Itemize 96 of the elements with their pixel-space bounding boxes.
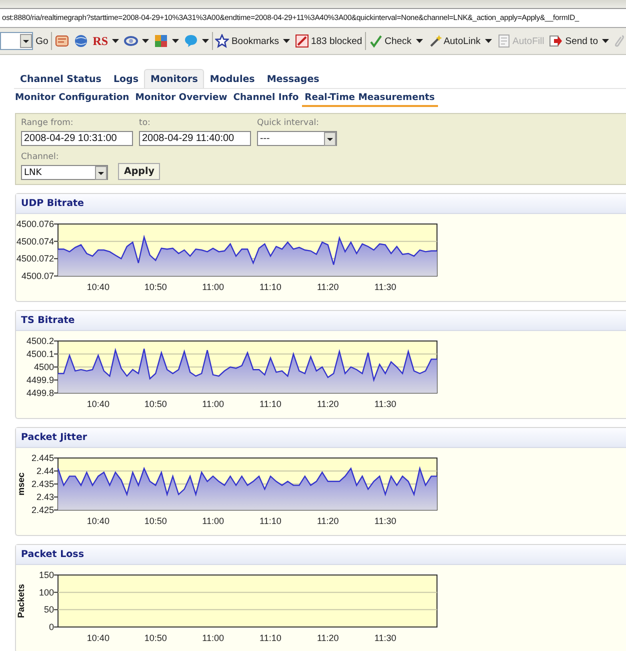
axis-tick-label: 10:40 [86, 282, 110, 292]
field-label: to: [139, 117, 152, 130]
axis-tick-label: 4499.8 [26, 388, 54, 398]
axis-tick-label: 100 [38, 587, 54, 598]
check-button[interactable]: Check [366, 33, 425, 49]
axis-tick-label: 11:20 [316, 633, 339, 643]
axis-tick-label: 11:10 [260, 399, 282, 409]
tab[interactable]: Modules [204, 69, 261, 88]
axis-tick-label: 10:50 [144, 633, 167, 643]
speech-button[interactable] [182, 33, 212, 49]
axis-tick-label: 4500.076 [16, 219, 54, 229]
axis-tick-label: 2.425 [31, 505, 54, 515]
axis-tick-label: 10:40 [86, 516, 110, 526]
wand-icon [428, 34, 442, 48]
subtab[interactable]: Channel Info [230, 89, 302, 107]
tiles-icon [154, 34, 168, 48]
bookmarks-button[interactable]: Bookmarks [213, 33, 292, 49]
tab[interactable]: Monitors [144, 69, 204, 88]
caret-icon [282, 39, 290, 43]
axis-title: msec [16, 472, 26, 496]
axis-tick-label: 10:40 [86, 399, 110, 409]
field-label: Quick interval: [257, 117, 320, 130]
apply-button[interactable]: Apply [118, 163, 160, 180]
panel-header: UDP Bitrate [16, 194, 626, 214]
subtab[interactable]: Real-Time Measurements [302, 89, 438, 107]
axis-tick-label: 4500.2 [26, 336, 54, 346]
axis-tick-label: 4500 [34, 362, 54, 372]
axis-title: Packets [16, 584, 26, 618]
arrow-icon [549, 34, 564, 48]
caret-icon [142, 39, 150, 43]
axis-tick-label: 11:00 [202, 399, 224, 409]
axis-tick-label: 2.435 [31, 479, 54, 489]
axis-tick-label: 11:20 [316, 516, 339, 526]
axis-tick-label: 11:00 [202, 282, 224, 292]
caret-icon [416, 39, 423, 43]
axis-tick-label: 50 [44, 604, 54, 615]
address-dropdown[interactable] [0, 32, 33, 50]
axis-tick-label: 11:20 [316, 282, 339, 292]
axis-tick-label: 11:10 [260, 516, 282, 526]
go-button[interactable]: Go [34, 34, 50, 48]
rs-button[interactable]: RS [90, 32, 122, 50]
dropdown-field[interactable]: --- [257, 131, 337, 146]
axis-tick-label: 11:00 [202, 633, 224, 643]
date-field[interactable]: 2008-04-29 10:31:00 [21, 131, 133, 146]
axis-tick-label: 0 [48, 622, 54, 632]
globe-icon [74, 34, 88, 48]
field-label: Channel: [21, 151, 60, 164]
blocked-button[interactable]: 183 blocked [292, 33, 364, 49]
caret-icon [202, 39, 210, 43]
axis-tick-label: 2.43 [36, 492, 54, 502]
axis-tick-label: 11:00 [202, 516, 224, 526]
axis-tick-label: 11:10 [260, 282, 282, 292]
subtab[interactable]: Monitor Configuration [12, 89, 132, 107]
field-label: Range from: [21, 117, 74, 130]
speech-bubble-icon [184, 34, 198, 48]
panel-header: Packet Jitter [16, 428, 626, 448]
axis-tick-label: 4500.072 [16, 254, 54, 264]
panel-header: TS Bitrate [16, 311, 626, 331]
ring-button[interactable] [122, 33, 152, 49]
tab[interactable]: Channel Status [14, 69, 108, 88]
axis-tick-label: 10:50 [144, 516, 167, 526]
axis-tick-label: 11:30 [374, 399, 396, 409]
tab[interactable]: Logs [107, 69, 144, 88]
caret-icon [172, 39, 180, 43]
tab[interactable]: Messages [260, 69, 326, 88]
note-icon [54, 34, 69, 48]
axis-tick-label: 11:10 [260, 633, 282, 643]
caret-icon [602, 39, 609, 43]
date-field[interactable]: 2008-04-29 11:40:00 [139, 131, 251, 146]
blocked-icon [294, 34, 309, 48]
axis-tick-label: 10:40 [86, 633, 110, 643]
tiles-button[interactable] [152, 33, 182, 49]
axis-tick-label: 11:30 [374, 516, 396, 526]
axis-tick-label: 10:50 [144, 399, 167, 409]
caret-icon [112, 39, 120, 43]
axis-tick-label: 4500.074 [16, 236, 54, 246]
axis-tick-label: 4499.9 [26, 375, 54, 385]
ring-icon [124, 34, 138, 48]
axis-tick-label: 11:30 [374, 633, 396, 643]
axis-tick-label: 11:30 [374, 282, 396, 292]
note-button[interactable] [52, 33, 71, 49]
axis-tick-label: 4500.1 [26, 349, 54, 359]
subtab[interactable]: Monitor Overview [132, 89, 230, 107]
axis-tick-label: 150 [38, 570, 54, 580]
send-to-button[interactable]: Send to [547, 33, 611, 49]
axis-tick-label: 2.44 [36, 466, 54, 476]
dropdown-field[interactable]: LNK [21, 165, 108, 180]
axis-tick-label: 2.445 [31, 453, 54, 463]
autolink-button[interactable]: AutoLink [426, 33, 494, 49]
axis-tick-label: 4500.07 [21, 271, 54, 281]
axis-tick-label: 11:20 [316, 399, 339, 409]
panel-header: Packet Loss [16, 545, 626, 565]
caret-icon [484, 39, 492, 43]
form-icon [496, 34, 511, 48]
axis-tick-label: 10:50 [144, 282, 167, 292]
star-icon [215, 34, 230, 48]
